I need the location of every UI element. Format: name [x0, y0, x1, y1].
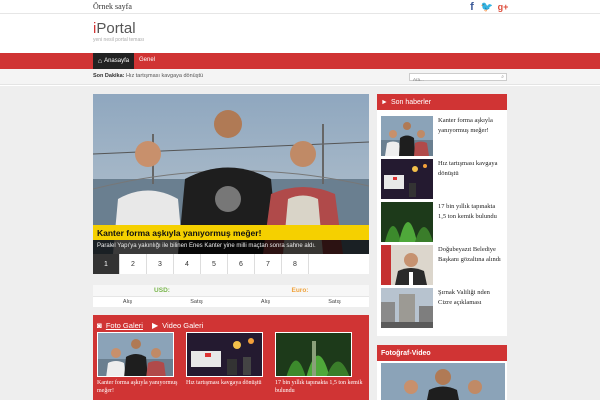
sidebar-title: Son haberler: [390, 98, 432, 106]
photo-video-image[interactable]: [381, 363, 505, 400]
news-title: Doğubeyazıt Belediye Başkanı gözaltına a…: [438, 246, 501, 263]
sidebar-news-item[interactable]: Hız tartışması kavgaya dönüştü: [381, 159, 505, 199]
usd-sell-label: Satış: [162, 296, 231, 307]
top-bar: Örnek sayfa f 🐦 g+: [0, 0, 600, 14]
news-title: Kanter forma aşkıyla yanıyormuş meğer!: [438, 117, 493, 134]
news-title: 17 bin yıllık tapınakta 1,5 ton kemik bu…: [438, 203, 497, 220]
page-button-8[interactable]: 8: [282, 254, 309, 274]
news-thumb: [381, 288, 433, 328]
page-button-2[interactable]: 2: [120, 254, 147, 274]
gallery-caption-3[interactable]: 17 bin yıllık tapınakta 1,5 ton kemik bu…: [275, 379, 365, 395]
breaking-label: Son Dakika:: [93, 73, 125, 79]
video-icon: ▶: [151, 320, 159, 330]
eur-sell-label: Satış: [300, 296, 369, 307]
googleplus-icon[interactable]: g+: [497, 1, 509, 13]
page-button-3[interactable]: 3: [147, 254, 174, 274]
tab-photo-gallery[interactable]: Foto Galeri: [106, 321, 143, 330]
search-icon[interactable]: ⌕: [501, 74, 504, 80]
news-title: Hız tartışması kavgaya dönüştü: [438, 160, 498, 177]
nav-general[interactable]: Genel: [139, 57, 155, 63]
search-input[interactable]: [410, 76, 496, 83]
site-logo[interactable]: iPortal: [93, 20, 136, 37]
photo-video-header: Fotoğraf-Video: [377, 345, 507, 361]
gallery-tabs: ◙ Foto Galeri ▶ Video Galeri: [97, 319, 203, 331]
nav-home-label: Anasayfa: [104, 58, 130, 64]
page-button-1[interactable]: 1: [93, 254, 120, 274]
gallery-caption-2[interactable]: Hız tartışması kavgaya dönüştü: [186, 379, 276, 387]
breaking-news-bar: Son Dakika: Hız tartışması kavgaya dönüş…: [0, 69, 600, 85]
gallery-thumb-3[interactable]: [275, 332, 352, 377]
page-button-7[interactable]: 7: [255, 254, 282, 274]
eur-label: Euro:: [231, 285, 369, 296]
sidebar-news-item[interactable]: Doğubeyazıt Belediye Başkanı gözaltına a…: [381, 245, 505, 285]
slider-description: Paralel Yapı'ya yakınlığı ile bilinen En…: [93, 240, 369, 254]
gallery-caption-1[interactable]: Kanter forma aşkıyla yanıyormuş meğer!: [97, 379, 187, 395]
breaking-headline[interactable]: Hız tartışması kavgaya dönüştü: [126, 73, 203, 79]
currency-widget: USD: Euro: Alış Satış Alış Satış: [93, 285, 369, 307]
gallery-thumb-1[interactable]: [97, 332, 174, 377]
news-thumb: [381, 202, 433, 242]
slider-pagination: 1 2 3 4 5 6 7 8: [93, 254, 369, 274]
sidebar-news-item[interactable]: Şırnak Valiliği nden Cizre açıklaması: [381, 288, 505, 328]
news-title: Şırnak Valiliği nden Cizre açıklaması: [438, 289, 490, 306]
usd-label: USD:: [93, 285, 231, 296]
page-button-4[interactable]: 4: [174, 254, 201, 274]
nav-home[interactable]: ⌂ Anasayfa: [93, 53, 134, 69]
twitter-icon[interactable]: 🐦: [481, 1, 493, 13]
sidebar-news-item[interactable]: Kanter forma aşkıyla yanıyormuş meğer!: [381, 116, 505, 156]
eur-buy-label: Alış: [231, 296, 300, 307]
facebook-icon[interactable]: f: [466, 1, 478, 13]
sample-page-link[interactable]: Örnek sayfa: [93, 2, 132, 11]
play-circle-icon: ►: [381, 98, 388, 106]
tab-video-gallery[interactable]: Video Galeri: [162, 321, 203, 330]
gallery-thumb-2[interactable]: [186, 332, 263, 377]
news-thumb: [381, 116, 433, 156]
news-thumb: [381, 245, 433, 285]
usd-buy-label: Alış: [93, 296, 162, 307]
page-button-5[interactable]: 5: [201, 254, 228, 274]
sidebar-news-item[interactable]: 17 bin yıllık tapınakta 1,5 ton kemik bu…: [381, 202, 505, 242]
logo-text: Portal: [96, 20, 136, 37]
home-icon: ⌂: [97, 57, 103, 65]
news-thumb: [381, 159, 433, 199]
sidebar-header: ► Son haberler: [377, 94, 507, 110]
search-box: ⌕: [409, 73, 507, 83]
slider-headline[interactable]: Kanter forma aşkıyla yanıyormuş meğer!: [93, 225, 369, 240]
main-nav: ⌂ Anasayfa Genel: [0, 53, 600, 69]
site-tagline: yeni nesil portal teması: [93, 37, 145, 43]
media-gallery: ◙ Foto Galeri ▶ Video Galeri Kanter form…: [93, 315, 369, 400]
page-button-6[interactable]: 6: [228, 254, 255, 274]
camera-icon: ◙: [97, 320, 102, 330]
